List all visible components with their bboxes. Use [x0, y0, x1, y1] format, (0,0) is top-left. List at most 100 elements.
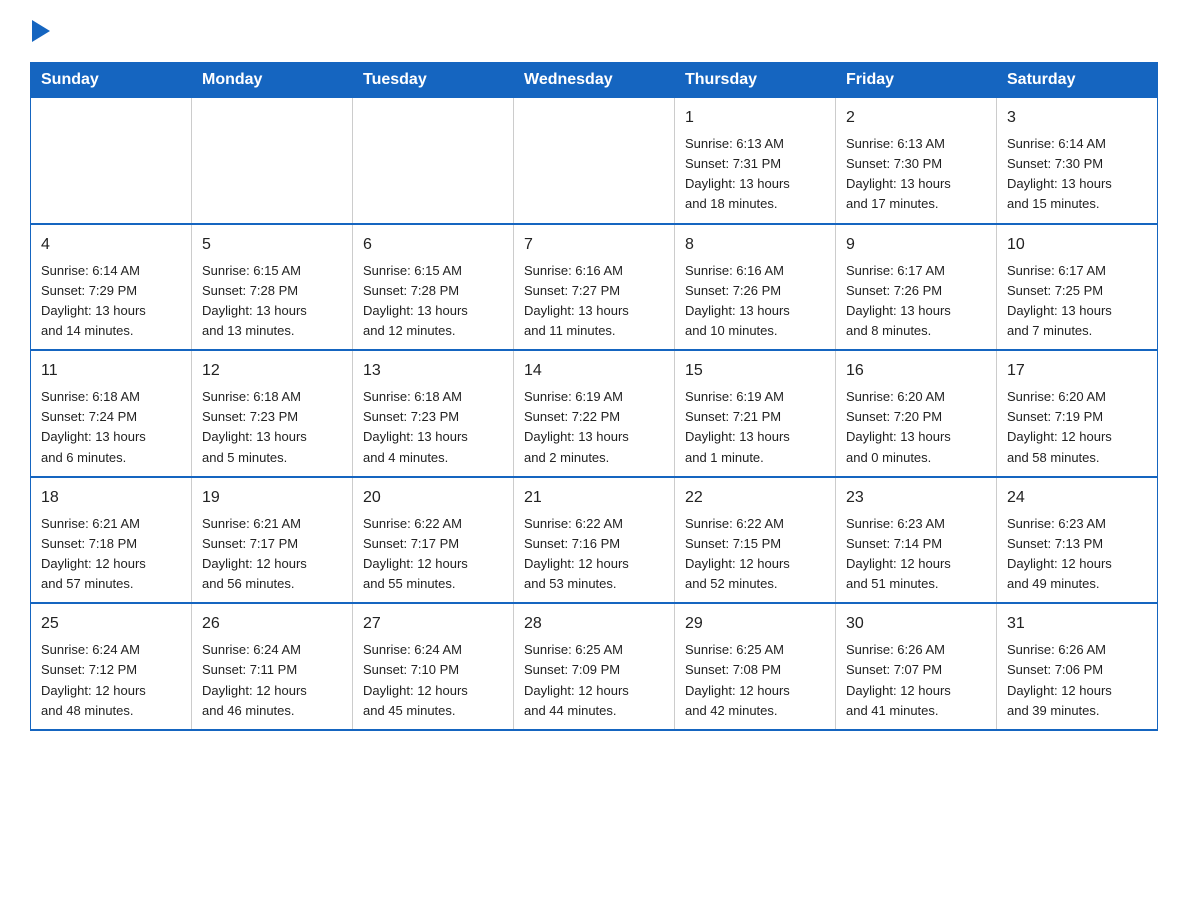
calendar-day-cell: 29 Sunrise: 6:25 AM Sunset: 7:08 PM Dayli…: [675, 603, 836, 730]
day-number: 16: [846, 359, 986, 383]
calendar-day-cell: 20 Sunrise: 6:22 AM Sunset: 7:17 PM Dayli…: [353, 477, 514, 604]
day-info: Sunrise: 6:23 AM Sunset: 7:14 PM Dayligh…: [846, 514, 986, 595]
day-of-week-header: Tuesday: [353, 63, 514, 98]
calendar-day-cell: 21 Sunrise: 6:22 AM Sunset: 7:16 PM Dayli…: [514, 477, 675, 604]
calendar-day-cell: 15 Sunrise: 6:19 AM Sunset: 7:21 PM Dayli…: [675, 350, 836, 477]
calendar-day-cell: 11Sunrise: 6:18 AM Sunset: 7:24 PM Dayli…: [31, 350, 192, 477]
day-number: 20: [363, 486, 503, 510]
calendar-day-cell: 13 Sunrise: 6:18 AM Sunset: 7:23 PM Dayli…: [353, 350, 514, 477]
day-number: 11: [41, 359, 181, 383]
day-info: Sunrise: 6:21 AM Sunset: 7:17 PM Dayligh…: [202, 514, 342, 595]
calendar-day-cell: 26 Sunrise: 6:24 AM Sunset: 7:11 PM Dayli…: [192, 603, 353, 730]
day-number: 15: [685, 359, 825, 383]
day-info: Sunrise: 6:24 AM Sunset: 7:12 PM Dayligh…: [41, 640, 181, 721]
day-info: Sunrise: 6:24 AM Sunset: 7:10 PM Dayligh…: [363, 640, 503, 721]
day-number: 6: [363, 233, 503, 257]
day-number: 12: [202, 359, 342, 383]
calendar-day-cell: 23 Sunrise: 6:23 AM Sunset: 7:14 PM Dayli…: [836, 477, 997, 604]
day-number: 19: [202, 486, 342, 510]
calendar-day-cell: 28 Sunrise: 6:25 AM Sunset: 7:09 PM Dayli…: [514, 603, 675, 730]
day-number: 13: [363, 359, 503, 383]
day-number: 27: [363, 612, 503, 636]
calendar-day-cell: [353, 98, 514, 224]
calendar-day-cell: 16 Sunrise: 6:20 AM Sunset: 7:20 PM Dayli…: [836, 350, 997, 477]
day-info: Sunrise: 6:25 AM Sunset: 7:08 PM Dayligh…: [685, 640, 825, 721]
calendar-week-row: 4Sunrise: 6:14 AM Sunset: 7:29 PM Daylig…: [31, 224, 1158, 351]
day-info: Sunrise: 6:19 AM Sunset: 7:21 PM Dayligh…: [685, 387, 825, 468]
day-number: 10: [1007, 233, 1147, 257]
calendar-day-cell: 30 Sunrise: 6:26 AM Sunset: 7:07 PM Dayli…: [836, 603, 997, 730]
day-info: Sunrise: 6:14 AM Sunset: 7:30 PM Dayligh…: [1007, 134, 1147, 215]
day-of-week-header: Saturday: [997, 63, 1158, 98]
day-info: Sunrise: 6:17 AM Sunset: 7:25 PM Dayligh…: [1007, 261, 1147, 342]
day-of-week-header: Sunday: [31, 63, 192, 98]
calendar-week-row: 1 Sunrise: 6:13 AM Sunset: 7:31 PM Daylig…: [31, 98, 1158, 224]
day-info: Sunrise: 6:16 AM Sunset: 7:26 PM Dayligh…: [685, 261, 825, 342]
logo: [30, 20, 50, 42]
day-info: Sunrise: 6:15 AM Sunset: 7:28 PM Dayligh…: [363, 261, 503, 342]
calendar-day-cell: [192, 98, 353, 224]
day-number: 9: [846, 233, 986, 257]
day-number: 7: [524, 233, 664, 257]
day-number: 23: [846, 486, 986, 510]
day-number: 5: [202, 233, 342, 257]
calendar-day-cell: 1 Sunrise: 6:13 AM Sunset: 7:31 PM Daylig…: [675, 98, 836, 224]
day-info: Sunrise: 6:22 AM Sunset: 7:15 PM Dayligh…: [685, 514, 825, 595]
calendar-table: SundayMondayTuesdayWednesdayThursdayFrid…: [30, 62, 1158, 731]
calendar-day-cell: 17Sunrise: 6:20 AM Sunset: 7:19 PM Dayli…: [997, 350, 1158, 477]
calendar-day-cell: 6 Sunrise: 6:15 AM Sunset: 7:28 PM Daylig…: [353, 224, 514, 351]
calendar-day-cell: 24 Sunrise: 6:23 AM Sunset: 7:13 PM Dayli…: [997, 477, 1158, 604]
calendar-day-cell: 10 Sunrise: 6:17 AM Sunset: 7:25 PM Dayli…: [997, 224, 1158, 351]
calendar-day-cell: 27 Sunrise: 6:24 AM Sunset: 7:10 PM Dayli…: [353, 603, 514, 730]
day-of-week-header: Monday: [192, 63, 353, 98]
day-number: 8: [685, 233, 825, 257]
page-header: [30, 20, 1158, 42]
day-info: Sunrise: 6:25 AM Sunset: 7:09 PM Dayligh…: [524, 640, 664, 721]
day-number: 30: [846, 612, 986, 636]
calendar-day-cell: 8 Sunrise: 6:16 AM Sunset: 7:26 PM Daylig…: [675, 224, 836, 351]
day-info: Sunrise: 6:23 AM Sunset: 7:13 PM Dayligh…: [1007, 514, 1147, 595]
day-of-week-header: Friday: [836, 63, 997, 98]
day-number: 18: [41, 486, 181, 510]
day-info: Sunrise: 6:18 AM Sunset: 7:23 PM Dayligh…: [363, 387, 503, 468]
calendar-day-cell: 9 Sunrise: 6:17 AM Sunset: 7:26 PM Daylig…: [836, 224, 997, 351]
calendar-day-cell: 5 Sunrise: 6:15 AM Sunset: 7:28 PM Daylig…: [192, 224, 353, 351]
calendar-day-cell: 31 Sunrise: 6:26 AM Sunset: 7:06 PM Dayli…: [997, 603, 1158, 730]
calendar-day-cell: 14 Sunrise: 6:19 AM Sunset: 7:22 PM Dayli…: [514, 350, 675, 477]
calendar-week-row: 25 Sunrise: 6:24 AM Sunset: 7:12 PM Dayli…: [31, 603, 1158, 730]
day-of-week-header: Thursday: [675, 63, 836, 98]
calendar-day-cell: [31, 98, 192, 224]
day-info: Sunrise: 6:13 AM Sunset: 7:30 PM Dayligh…: [846, 134, 986, 215]
calendar-day-cell: 4Sunrise: 6:14 AM Sunset: 7:29 PM Daylig…: [31, 224, 192, 351]
day-info: Sunrise: 6:22 AM Sunset: 7:16 PM Dayligh…: [524, 514, 664, 595]
day-number: 2: [846, 106, 986, 130]
calendar-week-row: 18Sunrise: 6:21 AM Sunset: 7:18 PM Dayli…: [31, 477, 1158, 604]
day-info: Sunrise: 6:26 AM Sunset: 7:06 PM Dayligh…: [1007, 640, 1147, 721]
day-number: 21: [524, 486, 664, 510]
day-info: Sunrise: 6:22 AM Sunset: 7:17 PM Dayligh…: [363, 514, 503, 595]
calendar-day-cell: [514, 98, 675, 224]
day-info: Sunrise: 6:19 AM Sunset: 7:22 PM Dayligh…: [524, 387, 664, 468]
calendar-header-row: SundayMondayTuesdayWednesdayThursdayFrid…: [31, 63, 1158, 98]
day-number: 25: [41, 612, 181, 636]
day-number: 26: [202, 612, 342, 636]
day-info: Sunrise: 6:15 AM Sunset: 7:28 PM Dayligh…: [202, 261, 342, 342]
calendar-day-cell: 12Sunrise: 6:18 AM Sunset: 7:23 PM Dayli…: [192, 350, 353, 477]
day-info: Sunrise: 6:16 AM Sunset: 7:27 PM Dayligh…: [524, 261, 664, 342]
logo-arrow-icon: [32, 20, 50, 42]
day-info: Sunrise: 6:24 AM Sunset: 7:11 PM Dayligh…: [202, 640, 342, 721]
calendar-day-cell: 19 Sunrise: 6:21 AM Sunset: 7:17 PM Dayli…: [192, 477, 353, 604]
day-info: Sunrise: 6:13 AM Sunset: 7:31 PM Dayligh…: [685, 134, 825, 215]
day-number: 29: [685, 612, 825, 636]
day-info: Sunrise: 6:26 AM Sunset: 7:07 PM Dayligh…: [846, 640, 986, 721]
day-number: 1: [685, 106, 825, 130]
calendar-day-cell: 3Sunrise: 6:14 AM Sunset: 7:30 PM Daylig…: [997, 98, 1158, 224]
day-number: 4: [41, 233, 181, 257]
day-number: 28: [524, 612, 664, 636]
day-info: Sunrise: 6:17 AM Sunset: 7:26 PM Dayligh…: [846, 261, 986, 342]
day-number: 31: [1007, 612, 1147, 636]
day-number: 24: [1007, 486, 1147, 510]
day-number: 14: [524, 359, 664, 383]
day-info: Sunrise: 6:20 AM Sunset: 7:20 PM Dayligh…: [846, 387, 986, 468]
day-info: Sunrise: 6:20 AM Sunset: 7:19 PM Dayligh…: [1007, 387, 1147, 468]
